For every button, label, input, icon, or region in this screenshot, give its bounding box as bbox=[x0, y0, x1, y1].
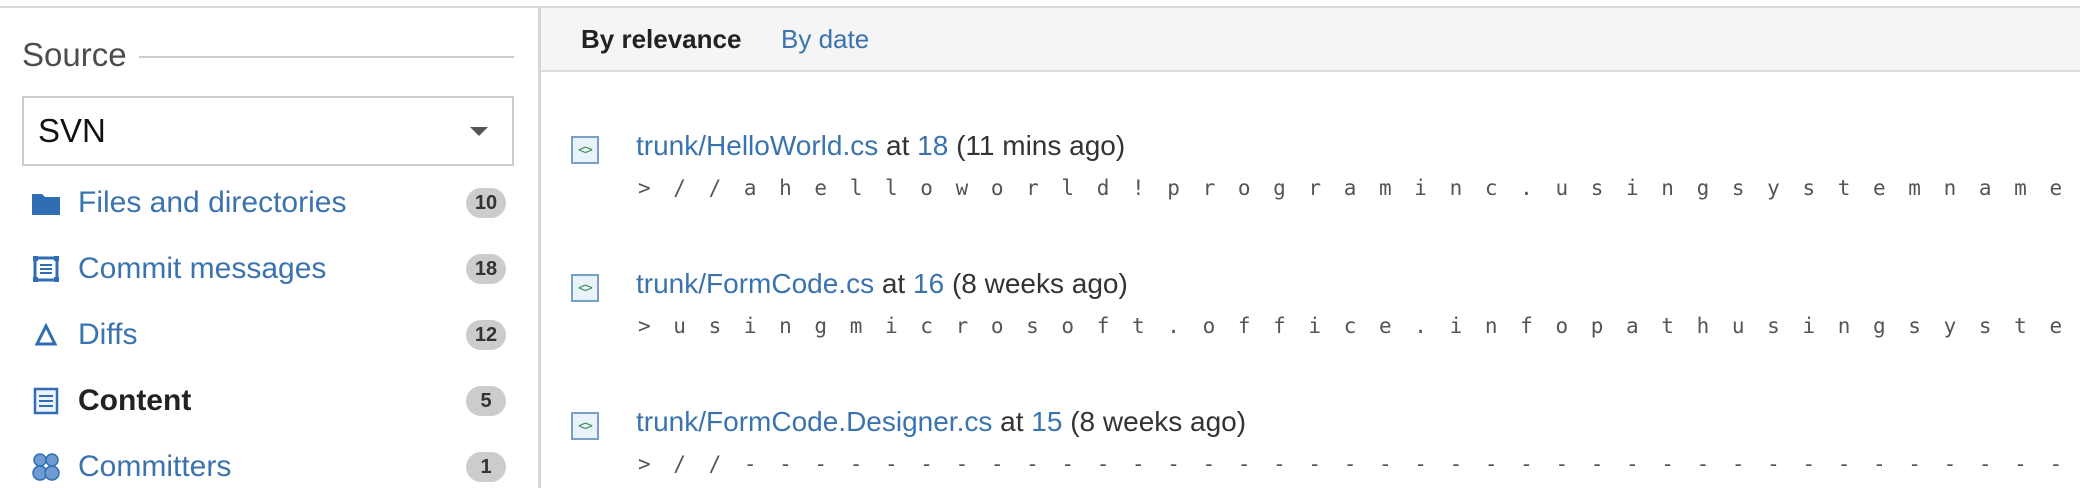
result-at-text: at bbox=[886, 130, 910, 161]
sidebar-item-committers[interactable]: Committers 1 bbox=[0, 434, 538, 488]
sidebar-item-label: Committers bbox=[78, 450, 232, 483]
result-snippet: > / / - - - - - - - - - - - - - - - - - … bbox=[638, 452, 2078, 476]
tab-by-date[interactable]: By date bbox=[781, 24, 869, 55]
result-revision-link[interactable]: 15 bbox=[1031, 406, 1062, 437]
result-path-link[interactable]: trunk/FormCode.Designer.cs bbox=[636, 406, 992, 437]
count-badge: 10 bbox=[466, 188, 506, 218]
result-snippet: > / / a h e l l o w o r l d ! p r o g r … bbox=[638, 176, 2078, 200]
document-icon bbox=[30, 385, 62, 417]
folder-icon bbox=[30, 187, 62, 219]
sidebar-item-label: Files and directories bbox=[78, 186, 347, 219]
sidebar-item-label: Diffs bbox=[78, 318, 138, 351]
sidebar-item-diffs[interactable]: Diffs 12 bbox=[0, 302, 538, 368]
result-revision-link[interactable]: 16 bbox=[913, 268, 944, 299]
chevron-down-icon bbox=[470, 126, 488, 136]
result-title: trunk/FormCode.Designer.cs at 15 (8 week… bbox=[636, 406, 1246, 438]
filter-nav: Files and directories 10 Commit messages… bbox=[0, 170, 538, 488]
top-rule bbox=[0, 0, 2080, 8]
users-icon bbox=[30, 451, 62, 483]
code-file-icon: <> bbox=[571, 412, 599, 440]
result-item: <> trunk/HelloWorld.cs at 18 (11 mins ag… bbox=[541, 126, 2080, 236]
source-select-value: SVN bbox=[38, 112, 106, 149]
sidebar-item-commit-messages[interactable]: Commit messages 18 bbox=[0, 236, 538, 302]
sidebar-item-label: Content bbox=[78, 384, 192, 417]
result-item: <> trunk/FormCode.Designer.cs at 15 (8 w… bbox=[541, 402, 2080, 488]
count-badge: 5 bbox=[466, 386, 506, 416]
result-path-link[interactable]: trunk/HelloWorld.cs bbox=[636, 130, 878, 161]
code-file-icon: <> bbox=[571, 274, 599, 302]
sidebar-item-content[interactable]: Content 5 bbox=[0, 368, 538, 434]
page: Source SVN Files and directories 10 Comm… bbox=[0, 0, 2080, 488]
count-badge: 1 bbox=[466, 452, 506, 482]
result-item: <> trunk/FormCode.cs at 16 (8 weeks ago)… bbox=[541, 264, 2080, 374]
sidebar-item-files[interactable]: Files and directories 10 bbox=[0, 170, 538, 236]
diff-icon bbox=[30, 319, 62, 351]
heading-rule bbox=[138, 56, 514, 58]
source-title: Source bbox=[22, 36, 127, 73]
result-snippet: > u s i n g m i c r o s o f t . o f f i … bbox=[638, 314, 2078, 338]
result-at-text: at bbox=[881, 268, 906, 299]
result-title: trunk/HelloWorld.cs at 18 (11 mins ago) bbox=[636, 130, 1125, 162]
source-heading: Source bbox=[22, 30, 514, 80]
result-age: (8 weeks ago) bbox=[1070, 406, 1247, 437]
sidebar: Source SVN Files and directories 10 Comm… bbox=[0, 8, 538, 488]
results-panel: By relevance By date <> trunk/HelloWorld… bbox=[541, 8, 2080, 488]
code-file-icon: <> bbox=[571, 136, 599, 164]
result-title: trunk/FormCode.cs at 16 (8 weeks ago) bbox=[636, 268, 1128, 300]
result-age: (11 mins ago) bbox=[956, 130, 1126, 161]
count-badge: 18 bbox=[466, 254, 506, 284]
result-revision-link[interactable]: 18 bbox=[917, 130, 948, 161]
result-age: (8 weeks ago) bbox=[951, 268, 1128, 299]
tab-by-relevance[interactable]: By relevance bbox=[581, 24, 741, 55]
result-at-text: at bbox=[1000, 406, 1024, 437]
count-badge: 12 bbox=[466, 320, 506, 350]
source-select[interactable]: SVN bbox=[22, 96, 514, 166]
result-path-link[interactable]: trunk/FormCode.cs bbox=[636, 268, 874, 299]
sidebar-item-label: Commit messages bbox=[78, 252, 327, 285]
commit-icon bbox=[30, 253, 62, 285]
sort-tabs: By relevance By date bbox=[541, 8, 2080, 72]
